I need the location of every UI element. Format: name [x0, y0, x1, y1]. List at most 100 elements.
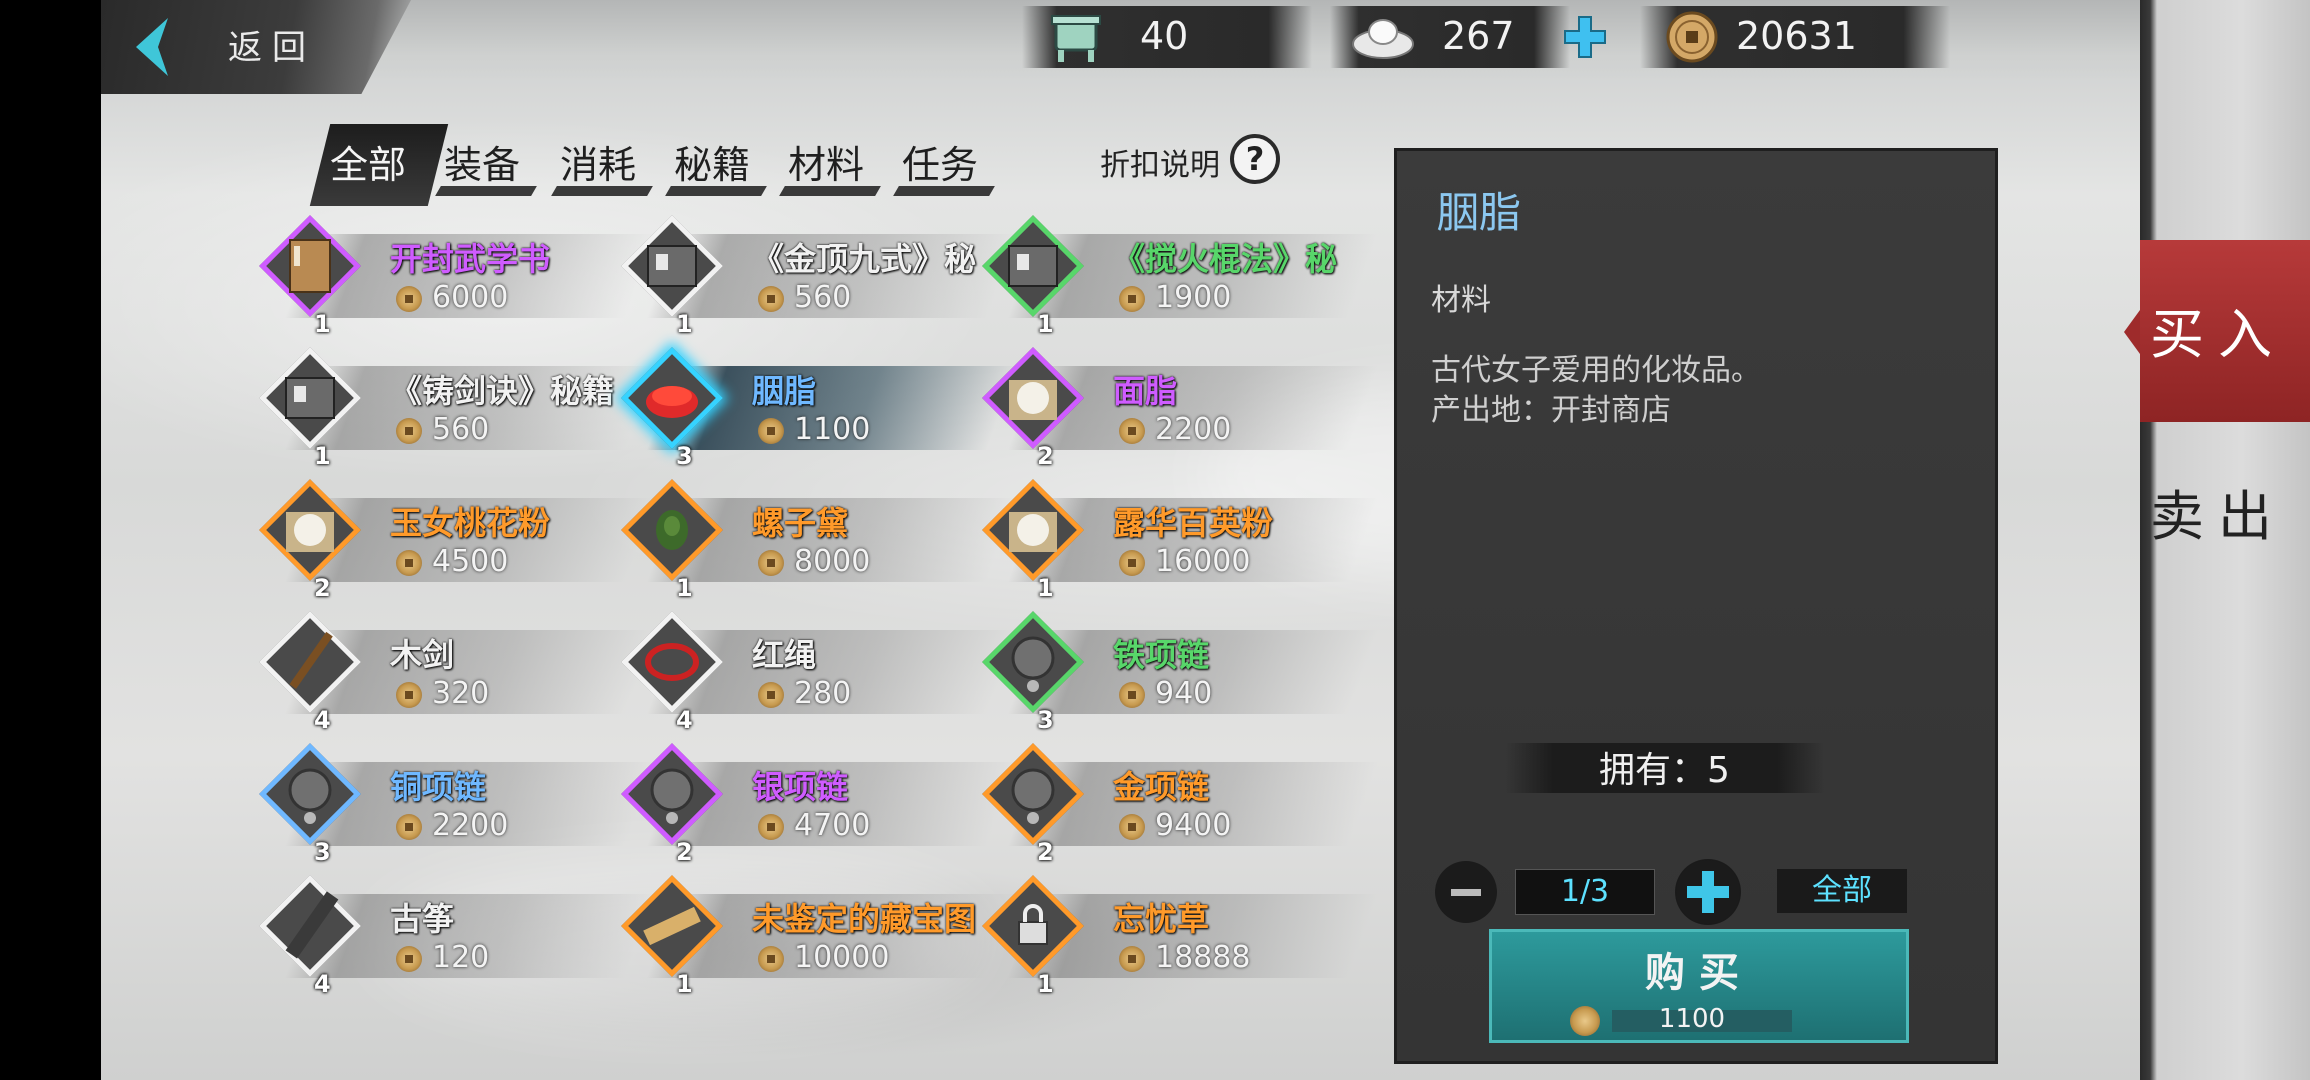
tab-manuals[interactable]: 秘籍 [665, 124, 770, 198]
copper-coin-icon [396, 814, 422, 840]
item-name: 忘忧草 [1113, 900, 1210, 938]
item-quantity: 2 [1037, 838, 1054, 866]
scroll-icon [285, 377, 335, 419]
help-icon[interactable]: ? [1230, 134, 1280, 184]
shop-item[interactable]: 2 银项链 4700 [621, 743, 1018, 868]
left-letterbox [0, 0, 101, 1080]
item-price: 4700 [794, 808, 871, 843]
shop-item[interactable]: 4 古筝 120 [259, 875, 656, 1000]
item-name: 铜项链 [390, 768, 487, 806]
tab-label: 消耗 [560, 143, 637, 187]
item-quantity: 1 [1037, 574, 1054, 602]
item-quantity: 1 [1037, 310, 1054, 338]
shop-item[interactable]: 1 露华百英粉 16000 [982, 479, 1379, 604]
tab-all[interactable]: 全部 [309, 124, 449, 206]
add-silver-button[interactable] [1562, 14, 1608, 60]
tab-label: 装备 [444, 143, 521, 187]
item-price: 18888 [1155, 940, 1251, 975]
shop-item[interactable]: 3 铁项链 940 [982, 611, 1379, 736]
purchase-label: 购买 [1645, 949, 1753, 996]
powder-icon [1009, 512, 1057, 552]
item-name: 金项链 [1113, 768, 1210, 806]
tab-consumables[interactable]: 消耗 [551, 124, 656, 198]
item-quantity: 1 [1037, 970, 1054, 998]
quantity-display: 1/3 [1515, 869, 1655, 915]
back-label[interactable]: 返回 [228, 20, 316, 69]
buy-tab-label: 买入 [2150, 303, 2286, 366]
item-price: 8000 [794, 544, 871, 579]
item-name: 木剑 [390, 636, 455, 674]
item-name: 未鉴定的藏宝图 [752, 900, 977, 938]
item-name: 铁项链 [1113, 636, 1210, 674]
shop-item[interactable]: 2 金项链 9400 [982, 743, 1379, 868]
shop-item[interactable]: 3 胭脂 1100 [621, 347, 1018, 472]
copper-coin-icon [396, 946, 422, 972]
item-price: 2200 [1155, 412, 1232, 447]
tab-equipment[interactable]: 装备 [435, 124, 540, 198]
copper-counter: 20631 [1640, 6, 1950, 68]
shop-item[interactable]: 1 《搅火棍法》秘 1900 [982, 215, 1379, 340]
tab-label: 秘籍 [674, 143, 751, 187]
item-price: 10000 [794, 940, 890, 975]
sell-tab[interactable]: 卖出 [2150, 472, 2286, 551]
detail-title: 胭脂 [1437, 188, 1522, 237]
scroll-icon [1008, 245, 1058, 287]
item-name: 银项链 [752, 768, 849, 806]
copper-coin-icon [758, 946, 784, 972]
shop-item[interactable]: 1 忘忧草 18888 [982, 875, 1379, 1000]
item-quantity: 2 [676, 838, 693, 866]
tab-underline [551, 186, 653, 196]
copper-value: 20631 [1736, 14, 1857, 58]
tab-materials[interactable]: 材料 [779, 124, 884, 198]
shop-item[interactable]: 4 木剑 320 [259, 611, 656, 736]
tab-quests[interactable]: 任务 [893, 124, 998, 198]
item-price: 120 [432, 940, 490, 975]
item-quantity: 1 [676, 310, 693, 338]
copper-coin-icon [396, 286, 422, 312]
owned-count: 拥有：5 [1599, 750, 1730, 791]
decrease-quantity-button[interactable] [1435, 861, 1497, 923]
shop-item[interactable]: 3 铜项链 2200 [259, 743, 656, 868]
powder-icon [286, 512, 334, 552]
item-name: 《铸剑诀》秘籍 [390, 372, 615, 410]
item-price: 2200 [432, 808, 509, 843]
treasure-map-icon [643, 906, 701, 946]
increase-quantity-button[interactable] [1675, 859, 1741, 925]
cauldron-icon [1051, 15, 1101, 62]
tab-underline [893, 186, 995, 196]
shop-item[interactable]: 1 《金顶九式》秘 560 [621, 215, 1018, 340]
item-quantity: 2 [1037, 442, 1054, 470]
back-arrow-icon[interactable] [128, 16, 176, 78]
item-quantity: 3 [314, 838, 331, 866]
item-price: 280 [794, 676, 852, 711]
item-name: 红绳 [752, 636, 817, 674]
tab-underline [665, 186, 767, 196]
purchase-button[interactable]: 购买 1100 [1489, 929, 1909, 1043]
item-name: 玉女桃花粉 [390, 504, 551, 542]
item-quantity: 3 [676, 442, 693, 470]
shop-item[interactable]: 1 未鉴定的藏宝图 10000 [621, 875, 1018, 1000]
shop-item[interactable]: 1 《铸剑诀》秘籍 560 [259, 347, 656, 472]
shop-item[interactable]: 1 开封武学书 6000 [259, 215, 656, 340]
shop-item[interactable]: 2 玉女桃花粉 4500 [259, 479, 656, 604]
buy-tab[interactable]: 买入 [2124, 240, 2310, 422]
item-price: 1900 [1155, 280, 1232, 315]
max-quantity-button[interactable]: 全部 [1777, 869, 1907, 913]
detail-category: 材料 [1431, 283, 1491, 318]
shop-item[interactable]: 2 面脂 2200 [982, 347, 1379, 472]
copper-coin-icon [758, 814, 784, 840]
tab-underline [779, 186, 881, 196]
necklace-icon [288, 768, 332, 824]
discount-info-label[interactable]: 折扣说明 [1100, 140, 1220, 184]
shop-item[interactable]: 1 螺子黛 8000 [621, 479, 1018, 604]
item-price: 4500 [432, 544, 509, 579]
item-detail-panel: 胭脂 材料 古代女子爱用的化妆品。 产出地：开封商店 拥有：5 1/3 全部 购… [1394, 148, 1998, 1064]
eyebrow-ink-icon [656, 510, 688, 550]
shop-item[interactable]: 4 红绳 280 [621, 611, 1018, 736]
origin-line: 产出地：开封商店 [1431, 393, 1671, 428]
copper-coin-icon [396, 418, 422, 444]
copper-coin-icon [1119, 418, 1145, 444]
cream-icon [1009, 380, 1057, 420]
red-rope-icon [645, 643, 699, 681]
tab-label: 全部 [330, 143, 407, 187]
